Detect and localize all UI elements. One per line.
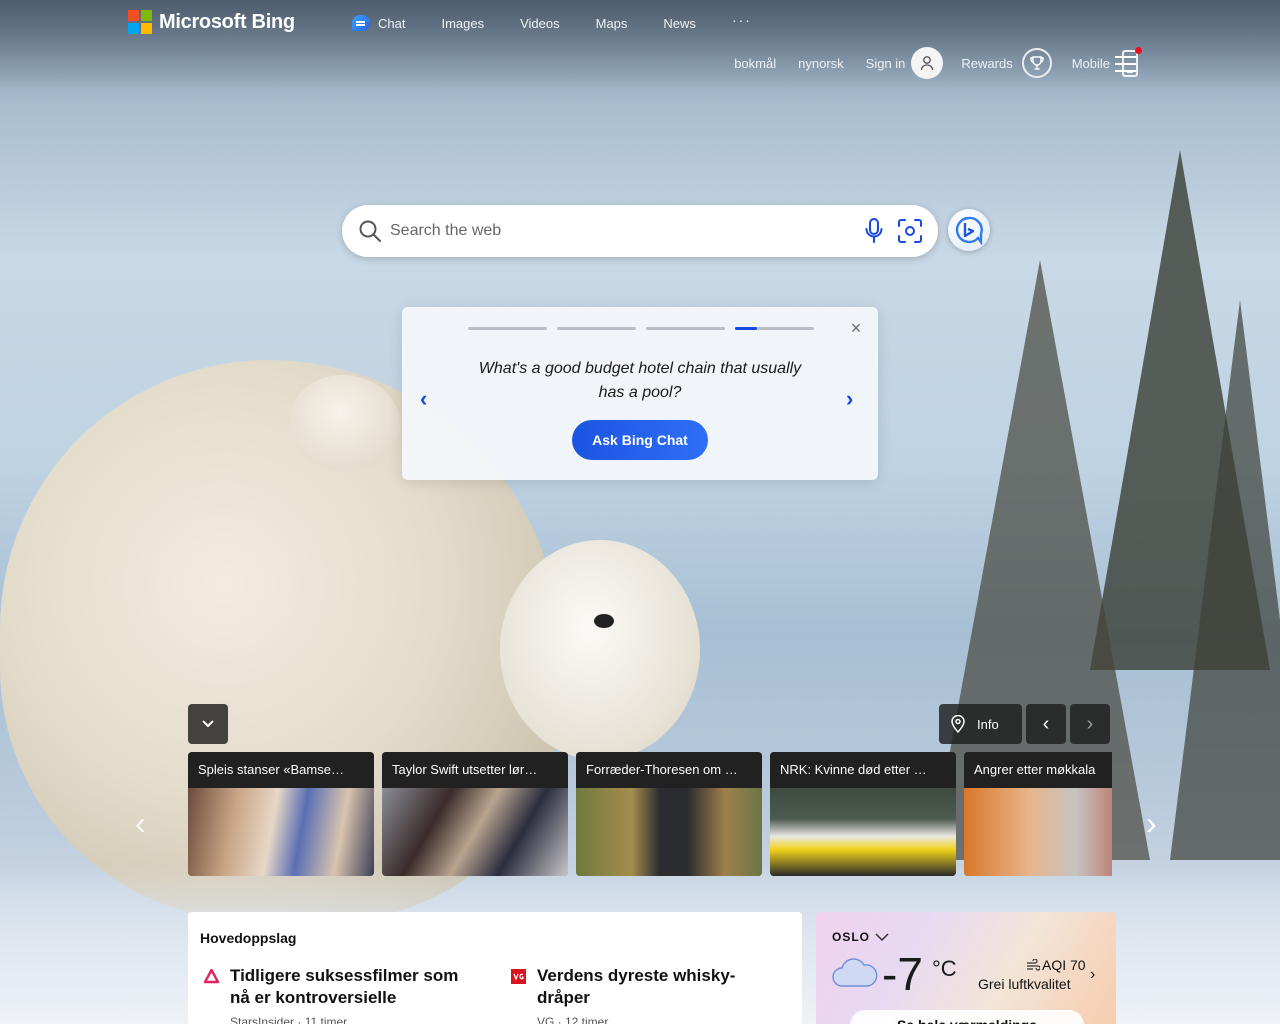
news-card-title: Spleis stanser «Bamse… — [188, 752, 374, 788]
trophy-icon — [1021, 48, 1052, 78]
nav-label: Chat — [378, 15, 406, 31]
news-card-title: Forræder-Thoresen om … — [576, 752, 762, 788]
nav-news[interactable]: News — [663, 16, 696, 31]
headline-source: VG · 12 timer — [537, 1015, 609, 1024]
news-strip-prev-button[interactable]: ‹ — [135, 806, 146, 840]
weather-temperature: -7 — [882, 948, 923, 1000]
polar-bear-cub-sleeping — [290, 375, 400, 470]
news-card-image — [382, 788, 568, 876]
nav-label: Videos — [520, 15, 560, 31]
news-card-title: Angrer etter møkkala — [964, 752, 1112, 788]
tree-silhouette — [1170, 300, 1280, 860]
visual-search-icon[interactable] — [896, 218, 924, 244]
nav-chat[interactable]: Chat — [352, 15, 405, 31]
news-card[interactable]: Angrer etter møkkala — [964, 752, 1112, 876]
microphone-icon[interactable] — [864, 218, 884, 244]
close-icon[interactable]: × — [849, 319, 863, 337]
top-stories-heading: Hovedoppslag — [200, 930, 297, 946]
cloud-icon — [832, 958, 878, 987]
prompt-text[interactable]: What's a good budget hotel chain that us… — [472, 357, 808, 405]
prompt-prev-button[interactable]: ‹ — [420, 388, 434, 410]
progress-step — [646, 327, 725, 330]
nav-videos[interactable]: Videos — [520, 16, 560, 31]
progress-step-active — [735, 327, 814, 330]
rewards-button[interactable]: Rewards — [961, 48, 1052, 78]
hamburger-menu-icon[interactable] — [1115, 56, 1136, 72]
ask-bing-chat-button[interactable]: Ask Bing Chat — [572, 420, 708, 460]
nav-label: Maps — [595, 15, 628, 31]
user-avatar-icon — [911, 47, 944, 79]
nav-label: News — [663, 15, 696, 31]
news-card[interactable]: Forræder-Thoresen om … — [576, 752, 762, 876]
nav-images[interactable]: Images — [441, 16, 484, 31]
chevron-right-icon[interactable]: › — [1090, 966, 1095, 984]
starsinsider-icon — [204, 969, 219, 984]
nav-maps[interactable]: Maps — [596, 16, 628, 31]
weather-unit: °C — [932, 956, 957, 981]
location-pin-icon — [951, 715, 965, 733]
prompt-next-button[interactable]: › — [846, 388, 860, 410]
chat-prompt-card: × ‹ What's a good budget hotel chain tha… — [402, 307, 878, 480]
header-right: bokmål nynorsk Sign in Rewards Mobile — [734, 46, 1142, 79]
news-card-image — [576, 788, 762, 876]
bing-chat-icon — [955, 216, 983, 245]
weather-city-selector[interactable]: OSLO — [832, 930, 890, 944]
polar-bear-cub — [500, 540, 700, 760]
news-card[interactable]: Spleis stanser «Bamse… — [188, 752, 374, 876]
vg-icon — [511, 969, 526, 984]
mobile-label: Mobile — [1071, 55, 1110, 71]
brand-name: Microsoft Bing — [159, 10, 295, 33]
progress-step — [468, 327, 547, 330]
news-card-title: Taylor Swift utsetter lør… — [382, 752, 568, 788]
nav-label: Images — [441, 15, 485, 31]
lang-bokmal-link[interactable]: bokmål — [734, 56, 776, 71]
more-menu-button[interactable]: ··· — [732, 12, 752, 28]
progress-step — [557, 327, 636, 330]
chevron-down-icon — [875, 933, 889, 942]
weather-panel: OSLO -7 °C AQI 70 Grei luftkvalitet › Se… — [816, 912, 1116, 1024]
news-card[interactable]: Taylor Swift utsetter lør… — [382, 752, 568, 876]
search-icon[interactable] — [358, 219, 382, 243]
search-input[interactable] — [390, 217, 850, 245]
previous-image-button[interactable]: ‹ — [1026, 704, 1066, 744]
sign-in-label: Sign in — [865, 55, 906, 71]
news-strip-next-button[interactable]: › — [1146, 806, 1157, 840]
chevron-right-icon: › — [1086, 712, 1094, 735]
next-image-button[interactable]: › — [1070, 704, 1110, 744]
air-quality-text: Grei luftkvalitet — [978, 976, 1071, 992]
headline-source: StarsInsider · 11 timer — [230, 1015, 348, 1024]
headline-title: Tidligere suksessfilmer som nå er kontro… — [230, 966, 459, 1007]
sign-in-button[interactable]: Sign in — [866, 47, 944, 79]
news-card-image — [188, 788, 374, 876]
search-box — [342, 205, 938, 257]
top-nav: Chat Images Videos Maps News ··· — [352, 12, 788, 31]
weather-city: OSLO — [832, 930, 871, 944]
image-info-button[interactable]: Info — [939, 704, 1022, 744]
lang-nynorsk-link[interactable]: nynorsk — [798, 56, 844, 71]
aqi-indicator[interactable]: AQI 70 — [1026, 957, 1086, 973]
bing-logo[interactable]: Microsoft Bing — [128, 10, 295, 34]
bing-chat-button[interactable] — [948, 209, 990, 251]
news-card-image — [770, 788, 956, 876]
news-strip: Spleis stanser «Bamse… Taylor Swift utse… — [188, 752, 1112, 876]
full-forecast-button[interactable]: Se hele værmeldinga — [850, 1010, 1084, 1024]
collapse-feed-button[interactable] — [188, 704, 228, 744]
info-label: Info — [977, 716, 999, 732]
notification-dot — [1135, 46, 1142, 54]
news-card-image — [964, 788, 1112, 876]
wind-icon — [1027, 959, 1040, 971]
rewards-label: Rewards — [961, 55, 1013, 71]
headline-title: Verdens dyreste whisky-dråper — [537, 966, 736, 1007]
news-card[interactable]: NRK: Kvinne død etter … — [770, 752, 956, 876]
chevron-down-icon — [202, 720, 214, 728]
aqi-value: AQI 70 — [1042, 957, 1086, 973]
microsoft-logo-icon — [128, 10, 152, 34]
top-stories-panel: Hovedoppslag Tidligere suksessfilmer som… — [188, 912, 802, 1024]
chat-icon — [352, 15, 370, 31]
news-card-title: NRK: Kvinne død etter … — [770, 752, 956, 788]
chevron-left-icon: ‹ — [1042, 712, 1050, 735]
cub-nose — [594, 614, 614, 628]
carousel-progress — [468, 327, 814, 330]
